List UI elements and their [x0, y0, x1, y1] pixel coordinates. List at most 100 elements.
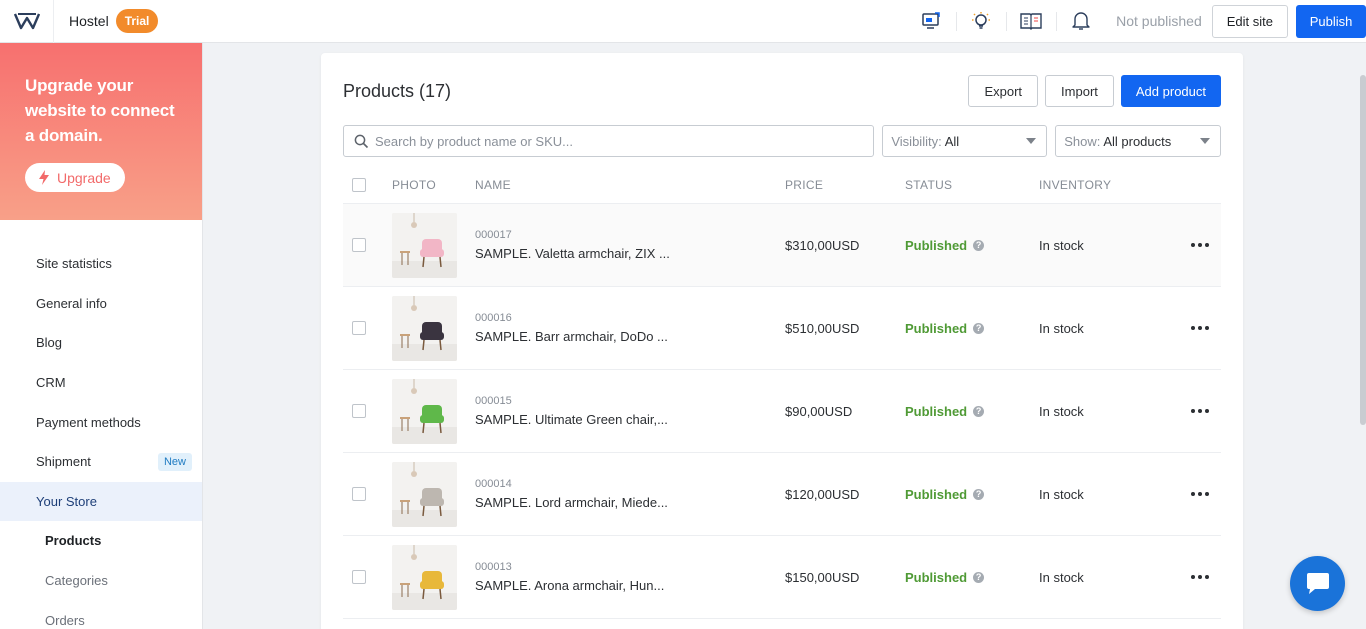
- search-input[interactable]: [375, 133, 855, 149]
- row-checkbox[interactable]: [352, 570, 366, 584]
- sidebar-item-your-store[interactable]: Your Store: [0, 481, 202, 522]
- sidebar-item-orders[interactable]: Orders: [0, 600, 202, 629]
- product-price: $150,00USD: [785, 569, 860, 585]
- product-sku: 000016: [475, 312, 512, 324]
- row-checkbox[interactable]: [352, 238, 366, 252]
- product-sku: 000017: [475, 229, 512, 241]
- product-inventory: In stock: [1039, 486, 1084, 502]
- column-inventory[interactable]: INVENTORY: [1039, 178, 1169, 192]
- product-name[interactable]: SAMPLE. Barr armchair, DoDo ...: [475, 329, 785, 344]
- column-name[interactable]: NAME: [475, 178, 785, 192]
- status-badge: Published?: [905, 404, 1039, 419]
- logo-icon[interactable]: [0, 0, 54, 43]
- lightning-icon: [39, 170, 49, 185]
- add-product-button[interactable]: Add product: [1120, 75, 1221, 107]
- sidebar-item-shipment[interactable]: Shipment New: [0, 442, 202, 482]
- upgrade-button-label: Upgrade: [57, 169, 111, 186]
- export-button[interactable]: Export: [968, 75, 1039, 107]
- product-name[interactable]: SAMPLE. Ultimate Green chair,...: [475, 412, 785, 427]
- product-inventory: In stock: [1039, 569, 1084, 585]
- info-icon[interactable]: ?: [973, 488, 985, 500]
- product-thumbnail[interactable]: [392, 544, 457, 610]
- search-icon: [354, 134, 369, 148]
- upgrade-button[interactable]: Upgrade: [25, 163, 125, 192]
- visibility-select[interactable]: Visibility: All: [882, 125, 1048, 157]
- chat-icon: [1306, 572, 1329, 594]
- more-actions-icon[interactable]: [1191, 492, 1209, 496]
- show-label: Show:: [1064, 133, 1101, 149]
- column-price[interactable]: PRICE: [785, 178, 905, 192]
- product-name[interactable]: SAMPLE. Valetta armchair, ZIX ...: [475, 246, 785, 261]
- status-badge: Published?: [905, 238, 1039, 253]
- product-thumbnail[interactable]: [392, 461, 457, 527]
- sidebar: Upgrade your website to connect a domain…: [0, 43, 203, 629]
- sidebar-item-general-info[interactable]: General info: [0, 284, 202, 324]
- more-actions-icon[interactable]: [1191, 575, 1209, 579]
- sidebar-item-payment-methods[interactable]: Payment methods: [0, 402, 202, 442]
- product-thumbnail[interactable]: [392, 212, 457, 278]
- search-box[interactable]: [343, 125, 875, 157]
- row-checkbox[interactable]: [352, 404, 366, 418]
- table-row[interactable]: 000016 SAMPLE. Barr armchair, DoDo ... $…: [343, 287, 1221, 370]
- product-price: $90,00USD: [785, 403, 853, 419]
- product-inventory: In stock: [1039, 403, 1084, 419]
- product-inventory: In stock: [1039, 320, 1084, 336]
- page-scrollbar[interactable]: [1360, 75, 1366, 425]
- preview-icon[interactable]: [906, 0, 956, 43]
- show-select[interactable]: Show: All products: [1055, 125, 1221, 157]
- column-status[interactable]: STATUS: [905, 178, 1039, 192]
- sidebar-nav: Site statistics General info Blog CRM Pa…: [0, 220, 202, 629]
- info-icon[interactable]: ?: [973, 239, 985, 251]
- product-price: $510,00USD: [785, 320, 860, 336]
- product-sku: 000013: [475, 561, 512, 573]
- row-checkbox[interactable]: [352, 487, 366, 501]
- info-icon[interactable]: ?: [973, 322, 985, 334]
- top-bar: Hostel Trial Not published Edit site Pub…: [0, 0, 1366, 43]
- guide-book-icon[interactable]: [1006, 0, 1056, 43]
- table-row[interactable]: 000017 SAMPLE. Valetta armchair, ZIX ...…: [343, 204, 1221, 287]
- product-name[interactable]: SAMPLE. Lord armchair, Miede...: [475, 495, 785, 510]
- table-row[interactable]: 000013 SAMPLE. Arona armchair, Hun... $1…: [343, 536, 1221, 619]
- sidebar-item-site-statistics[interactable]: Site statistics: [0, 244, 202, 284]
- site-name[interactable]: Hostel: [69, 13, 109, 29]
- page-title: Products (17): [343, 80, 452, 101]
- publish-status-text: Not published: [1116, 13, 1202, 29]
- info-icon[interactable]: ?: [973, 405, 985, 417]
- more-actions-icon[interactable]: [1191, 326, 1209, 330]
- product-thumbnail[interactable]: [392, 295, 457, 361]
- products-table: PHOTO NAME PRICE STATUS INVENTORY 000017…: [343, 167, 1221, 619]
- sidebar-item-crm[interactable]: CRM: [0, 363, 202, 403]
- select-all-checkbox[interactable]: [352, 178, 366, 192]
- upgrade-text: Upgrade your website to connect a domain…: [25, 76, 175, 145]
- table-row[interactable]: 000015 SAMPLE. Ultimate Green chair,... …: [343, 370, 1221, 453]
- table-header: PHOTO NAME PRICE STATUS INVENTORY: [343, 167, 1221, 204]
- products-card: Products (17) Export Import Add product …: [321, 53, 1243, 629]
- sidebar-item-blog[interactable]: Blog: [0, 323, 202, 363]
- product-thumbnail[interactable]: [392, 378, 457, 444]
- sidebar-item-categories[interactable]: Categories: [0, 561, 202, 601]
- bell-icon[interactable]: [1056, 0, 1106, 43]
- visibility-label: Visibility:: [891, 133, 942, 149]
- lightbulb-icon[interactable]: [956, 0, 1006, 43]
- product-price: $310,00USD: [785, 237, 860, 253]
- status-badge: Published?: [905, 321, 1039, 336]
- more-actions-icon[interactable]: [1191, 409, 1209, 413]
- status-badge: Published?: [905, 570, 1039, 585]
- more-actions-icon[interactable]: [1191, 243, 1209, 247]
- publish-button[interactable]: Publish: [1296, 4, 1366, 38]
- import-button[interactable]: Import: [1045, 75, 1114, 107]
- product-price: $120,00USD: [785, 486, 860, 502]
- upgrade-banner: Upgrade your website to connect a domain…: [0, 43, 202, 220]
- trial-badge: Trial: [115, 9, 159, 33]
- table-row[interactable]: 000014 SAMPLE. Lord armchair, Miede... $…: [343, 453, 1221, 536]
- product-name[interactable]: SAMPLE. Arona armchair, Hun...: [475, 578, 785, 593]
- row-checkbox[interactable]: [352, 321, 366, 335]
- product-sku: 000015: [475, 395, 512, 407]
- product-sku: 000014: [475, 478, 512, 490]
- new-badge: New: [157, 452, 192, 471]
- edit-site-button[interactable]: Edit site: [1211, 4, 1288, 38]
- sidebar-item-products[interactable]: Products: [0, 521, 202, 561]
- chevron-down-icon: [1200, 138, 1210, 144]
- info-icon[interactable]: ?: [973, 571, 985, 583]
- chat-button[interactable]: [1290, 556, 1345, 611]
